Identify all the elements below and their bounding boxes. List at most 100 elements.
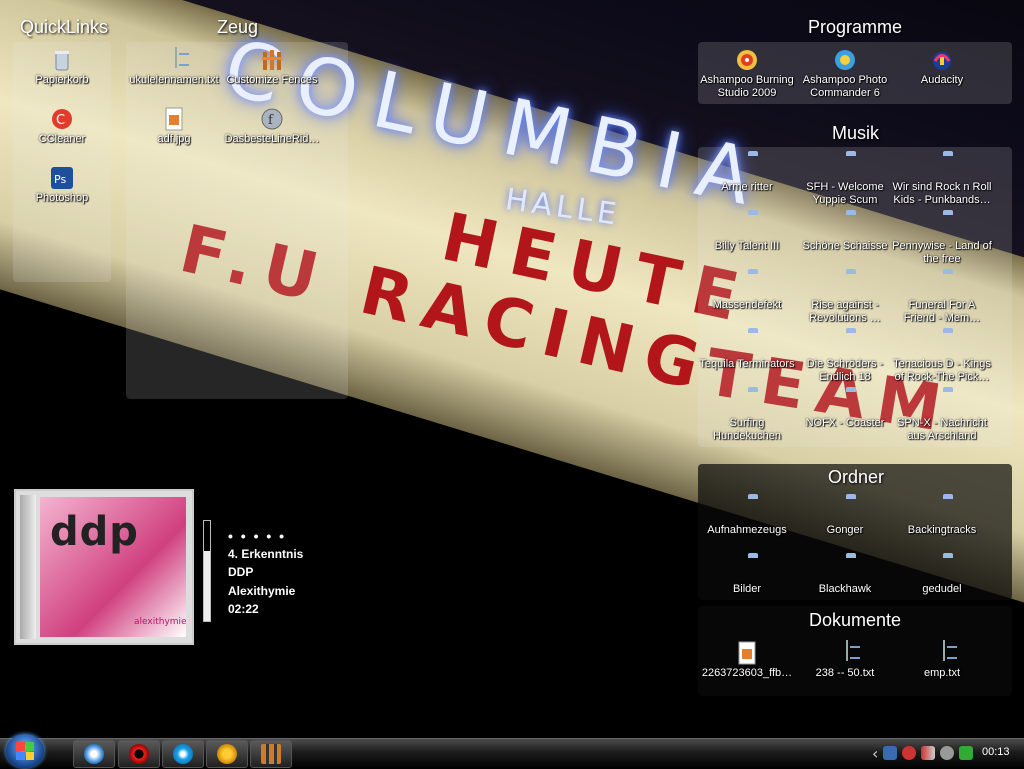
- desktop-icon-adf-jpg[interactable]: adf.jpg: [124, 107, 224, 146]
- folder-icon: [930, 557, 954, 581]
- folder-icon: [833, 557, 857, 581]
- folder-tenacious-d[interactable]: Tenacious D - Kings of Rock-The Pick…: [892, 332, 992, 384]
- network-icon[interactable]: [883, 746, 898, 760]
- track-artist: DDP: [228, 565, 254, 579]
- folder-pennywise[interactable]: Pennywise - Land of the free: [892, 214, 992, 266]
- fences-icon: [261, 744, 281, 764]
- security-icon[interactable]: [902, 746, 917, 760]
- folder-icon: [930, 155, 954, 179]
- folder-backingtracks[interactable]: Backingtracks: [892, 498, 992, 537]
- folder-wir-sind-rock[interactable]: Wir sind Rock n Roll Kids - Punkbands…: [892, 155, 992, 207]
- folder-icon: [930, 214, 954, 238]
- folder-icon: [833, 332, 857, 356]
- fence-title-programme: Programme: [808, 17, 903, 37]
- system-tray: ‹: [872, 738, 974, 768]
- folder-icon: [735, 273, 759, 297]
- desktop-icon-papierkorb[interactable]: Papierkorb: [12, 48, 112, 87]
- desktop-icon-dasbestelinerid[interactable]: f DasbesteLineRid…: [222, 107, 322, 146]
- taskbar-skype[interactable]: [162, 740, 204, 768]
- image-file-icon: [162, 107, 186, 131]
- recycle-bin-icon: [50, 48, 74, 72]
- folder-icon: [833, 273, 857, 297]
- text-file-icon: [930, 640, 954, 665]
- desktop-icon-ashampoo-photo[interactable]: Ashampoo Photo Commander 6: [795, 48, 895, 100]
- folder-schoene-schaisse[interactable]: Schöne Schaisse: [795, 214, 895, 253]
- fence-zeug[interactable]: [126, 42, 348, 399]
- folder-billy-talent[interactable]: Billy Talent III: [697, 214, 797, 253]
- taskbar-winamp[interactable]: [206, 740, 248, 768]
- audacity-icon: [930, 48, 954, 72]
- folder-arme-ritter[interactable]: Arme ritter: [697, 155, 797, 194]
- folder-gonger[interactable]: Gonger: [795, 498, 895, 537]
- fence-title-musik: Musik: [832, 123, 880, 143]
- desktop-icon-customize-fences[interactable]: Customize Fences: [222, 48, 322, 87]
- folder-blackhawk[interactable]: Blackhawk: [795, 557, 895, 596]
- folder-icon: [735, 332, 759, 356]
- folder-gedudel[interactable]: gedudel: [892, 557, 992, 596]
- svg-text:Ps: Ps: [54, 173, 66, 186]
- folder-icon: [930, 273, 954, 297]
- album-logo: ddp: [50, 509, 139, 555]
- folder-icon: [930, 391, 954, 415]
- folder-nofx-coaster[interactable]: NOFX - Coaster: [795, 391, 895, 430]
- fences-icon: [260, 48, 284, 72]
- track-time: 02:22: [228, 602, 259, 616]
- folder-icon: [735, 557, 759, 581]
- flag-icon[interactable]: [921, 746, 936, 760]
- svg-text:C: C: [56, 113, 65, 128]
- user-icon[interactable]: [940, 746, 955, 760]
- volume-slider[interactable]: [203, 520, 211, 622]
- folder-icon: [735, 391, 759, 415]
- folder-icon: [833, 498, 857, 522]
- folder-aufnahmezeugs[interactable]: Aufnahmezeugs: [697, 498, 797, 537]
- fence-title-dokumente: Dokumente: [809, 610, 902, 630]
- photoshop-icon: Ps: [50, 166, 74, 190]
- folder-icon: [930, 332, 954, 356]
- folder-funeral-for-a-friend[interactable]: Funeral For A Friend - Mem…: [892, 273, 992, 325]
- tray-expand-chevron[interactable]: ‹: [872, 744, 878, 763]
- skype-icon: [173, 744, 193, 764]
- track-album: Alexithymie: [228, 583, 296, 598]
- file-238-50-txt[interactable]: 238 -- 50.txt: [795, 640, 895, 680]
- track-title: 4. Erkenntnis: [228, 546, 304, 561]
- now-playing-info: • • • • • 4. Erkenntnis DDP Alexithymie …: [228, 528, 303, 621]
- desktop-icon-photoshop[interactable]: Ps Photoshop: [12, 166, 112, 205]
- folder-icon: [735, 498, 759, 522]
- ashampoo-burning-icon: [735, 48, 759, 72]
- taskbar-clock[interactable]: 00:13: [982, 746, 1010, 758]
- opera-icon: [129, 744, 149, 764]
- taskbar-media-player[interactable]: [73, 740, 115, 768]
- desktop-icon-ukulelennamen[interactable]: ukulelennamen.txt: [124, 47, 224, 87]
- album-cover[interactable]: ddp alexithymie: [14, 489, 194, 645]
- folder-surfing-hundekuchen[interactable]: Surfing Hundekuchen: [697, 391, 797, 443]
- folder-rise-against[interactable]: Rise against - Revolutions …: [795, 273, 895, 325]
- rating-dots[interactable]: • • • • •: [228, 528, 303, 547]
- start-button[interactable]: [6, 734, 44, 768]
- ccleaner-icon: C: [50, 107, 74, 131]
- folder-icon: [833, 391, 857, 415]
- desktop-icon-audacity[interactable]: Audacity: [892, 48, 992, 87]
- folder-icon: [735, 214, 759, 238]
- desktop-icon-ashampoo-burning[interactable]: Ashampoo Burning Studio 2009: [697, 48, 797, 100]
- volume-fill: [204, 551, 210, 621]
- folder-spn-x[interactable]: SPN-X - Nachricht aus Arschland: [892, 391, 992, 443]
- taskbar-fences[interactable]: [250, 740, 292, 768]
- album-subtitle: alexithymie: [134, 617, 187, 627]
- winamp-icon: [217, 744, 237, 764]
- ashampoo-photo-icon: [833, 48, 857, 72]
- folder-massendefekt[interactable]: Massendefekt: [697, 273, 797, 312]
- image-file-icon: [735, 641, 759, 665]
- folder-bilder[interactable]: Bilder: [697, 557, 797, 596]
- volume-icon[interactable]: [959, 746, 974, 760]
- text-file-icon: [833, 640, 857, 665]
- text-file-icon: [162, 47, 186, 72]
- media-player-icon: [84, 744, 104, 764]
- folder-die-schroeders[interactable]: Die Schröders - Endlich 18: [795, 332, 895, 384]
- file-emp-txt[interactable]: emp.txt: [892, 640, 992, 680]
- folder-icon: [833, 155, 857, 179]
- taskbar-opera[interactable]: [118, 740, 160, 768]
- desktop-icon-ccleaner[interactable]: C CCleaner: [12, 107, 112, 146]
- file-2263723603[interactable]: 2263723603_ffb…: [697, 641, 797, 680]
- folder-tequila-terminators[interactable]: Tequila Terminators: [697, 332, 797, 371]
- folder-sfh[interactable]: SFH - Welcome Yuppie Scum: [795, 155, 895, 207]
